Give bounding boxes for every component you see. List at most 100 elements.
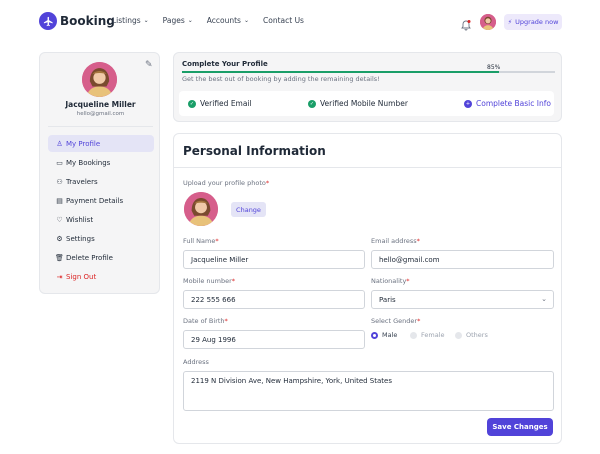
radio-label: Female [421, 331, 445, 339]
completion-subtitle: Get the best out of booking by adding th… [182, 75, 380, 83]
required-mark: * [231, 277, 236, 285]
sidebar-item-sign-out[interactable]: ⇥ Sign Out [48, 268, 154, 285]
upgrade-label: Upgrade now [515, 18, 559, 26]
sidebar-item-label: Settings [66, 234, 95, 243]
heart-icon: ♡ [56, 215, 63, 224]
label-text: Nationality [371, 277, 407, 285]
chevron-down-icon: ⌄ [187, 17, 193, 24]
photo-upload-label: Upload your profile photo* [183, 179, 269, 187]
bell-icon[interactable] [461, 16, 471, 35]
menu-accounts[interactable]: Accounts ⌄ [207, 16, 249, 25]
people-icon: ⚇ [56, 177, 63, 186]
sidebar-item-label: Wishlist [66, 215, 94, 224]
address-textarea[interactable]: 2119 N Division Ave, New Hampshire, York… [183, 371, 554, 411]
trash-icon: 🗑 [55, 253, 64, 262]
divider [174, 167, 561, 168]
form-title: Personal Information [183, 144, 326, 158]
menu-contact-us[interactable]: Contact Us [263, 16, 304, 25]
sidebar-item-my-profile[interactable]: ♙ My Profile [48, 135, 154, 152]
completion-progress-bar [182, 71, 555, 73]
nationality-label: Nationality* [371, 277, 410, 285]
profile-completion-card: Complete Your Profile 85% Get the best o… [173, 52, 562, 122]
completion-progress-fill [182, 71, 500, 73]
radio-icon [455, 331, 462, 339]
sidebar-item-label: Travelers [66, 177, 98, 186]
menu-pages[interactable]: Pages ⌄ [163, 16, 193, 25]
completion-checklist: ✓ Verified Email ✓ Verified Mobile Number … [179, 91, 554, 116]
gear-icon: ⚙ [56, 234, 63, 243]
menu-label: Contact Us [263, 16, 304, 25]
label-text: Upload your profile photo [183, 179, 266, 187]
plus-circle-icon: + [464, 99, 472, 108]
full-name-field[interactable]: Jacqueline Miller [183, 250, 365, 269]
radio-selected-icon [371, 331, 378, 339]
sign-out-icon: ⇥ [56, 272, 63, 281]
label-text: Select Gender [371, 317, 418, 325]
upgrade-button[interactable]: ⚡ Upgrade now [504, 14, 562, 30]
label-text: Email address [371, 237, 417, 245]
sidebar-item-travelers[interactable]: ⚇ Travelers [48, 173, 154, 190]
sidebar-item-label: My Bookings [66, 158, 111, 167]
required-mark: * [406, 277, 410, 285]
sidebar-item-wishlist[interactable]: ♡ Wishlist [48, 211, 154, 228]
required-mark: * [416, 237, 420, 245]
sidebar-item-my-bookings[interactable]: ▭ My Bookings [48, 154, 154, 171]
user-avatar[interactable] [480, 14, 496, 30]
menu-label: Listings [112, 16, 141, 25]
profile-name: Jacqueline Miller [65, 100, 136, 109]
edit-icon[interactable]: ✎ [145, 60, 153, 70]
nationality-select[interactable]: Paris ⌄ [371, 290, 554, 309]
completion-percent: 85% [487, 64, 501, 71]
wallet-icon: ▤ [56, 196, 63, 205]
email-field[interactable]: hello@gmail.com [371, 250, 554, 269]
gender-label: Select Gender* [371, 317, 420, 325]
gender-radio-male[interactable]: Male [371, 331, 397, 339]
menu-label: Pages [162, 16, 185, 25]
main-menu: Listings ⌄ Pages ⌄ Accounts ⌄ Contact Us [112, 16, 318, 25]
save-changes-button[interactable]: Save Changes [487, 418, 553, 436]
gender-radio-female[interactable]: Female [410, 331, 445, 339]
mobile-label: Mobile number* [183, 277, 235, 285]
person-icon: ♙ [56, 139, 63, 148]
top-navbar: Booking Listings ⌄ Pages ⌄ Accounts ⌄ Conta… [0, 0, 600, 44]
required-mark: * [265, 179, 270, 187]
select-value: Paris [379, 295, 396, 304]
label-text: Address [183, 358, 209, 366]
check-label: Complete Basic Info [476, 99, 551, 108]
completion-title: Complete Your Profile [182, 60, 268, 68]
airplane-icon [39, 12, 57, 30]
check-circle-icon: ✓ [308, 99, 316, 108]
ticket-icon: ▭ [56, 158, 63, 167]
change-photo-button[interactable]: Change [231, 202, 266, 217]
brand-name: Booking [60, 14, 115, 28]
profile-sidebar: ✎ Jacqueline Miller hello@gmail.com ♙ My … [39, 52, 160, 294]
sidebar-item-settings[interactable]: ⚙ Settings [48, 230, 154, 247]
chevron-down-icon: ⌄ [243, 17, 249, 24]
sidebar-item-label: My Profile [66, 139, 101, 148]
complete-basic-info-link[interactable]: + Complete Basic Info [464, 99, 551, 108]
dob-field[interactable]: 29 Aug 1996 [183, 330, 365, 349]
label-text: Full Name [183, 237, 216, 245]
check-label: Verified Mobile Number [320, 99, 408, 108]
profile-photo [184, 192, 218, 226]
check-circle-icon: ✓ [188, 99, 196, 108]
address-label: Address [183, 358, 209, 366]
chevron-down-icon: ⌄ [143, 17, 149, 24]
email-label: Email address* [371, 237, 420, 245]
label-text: Date of Birth [183, 317, 225, 325]
sidebar-item-delete-profile[interactable]: 🗑 Delete Profile [48, 249, 154, 266]
required-mark: * [417, 317, 421, 325]
chevron-down-icon: ⌄ [541, 295, 547, 303]
gender-radio-others[interactable]: Others [455, 331, 488, 339]
sidebar-item-label: Payment Details [66, 196, 124, 205]
profile-avatar [82, 62, 117, 97]
mobile-field[interactable]: 222 555 666 [183, 290, 365, 309]
profile-email: hello@gmail.com [76, 111, 125, 117]
check-verified-email: ✓ Verified Email [188, 99, 252, 108]
menu-label: Accounts [206, 16, 241, 25]
sidebar-item-payment-details[interactable]: ▤ Payment Details [48, 192, 154, 209]
menu-listings[interactable]: Listings ⌄ [112, 16, 149, 25]
required-mark: * [224, 317, 228, 325]
brand-logo[interactable]: Booking [39, 12, 115, 30]
radio-icon [410, 331, 417, 339]
